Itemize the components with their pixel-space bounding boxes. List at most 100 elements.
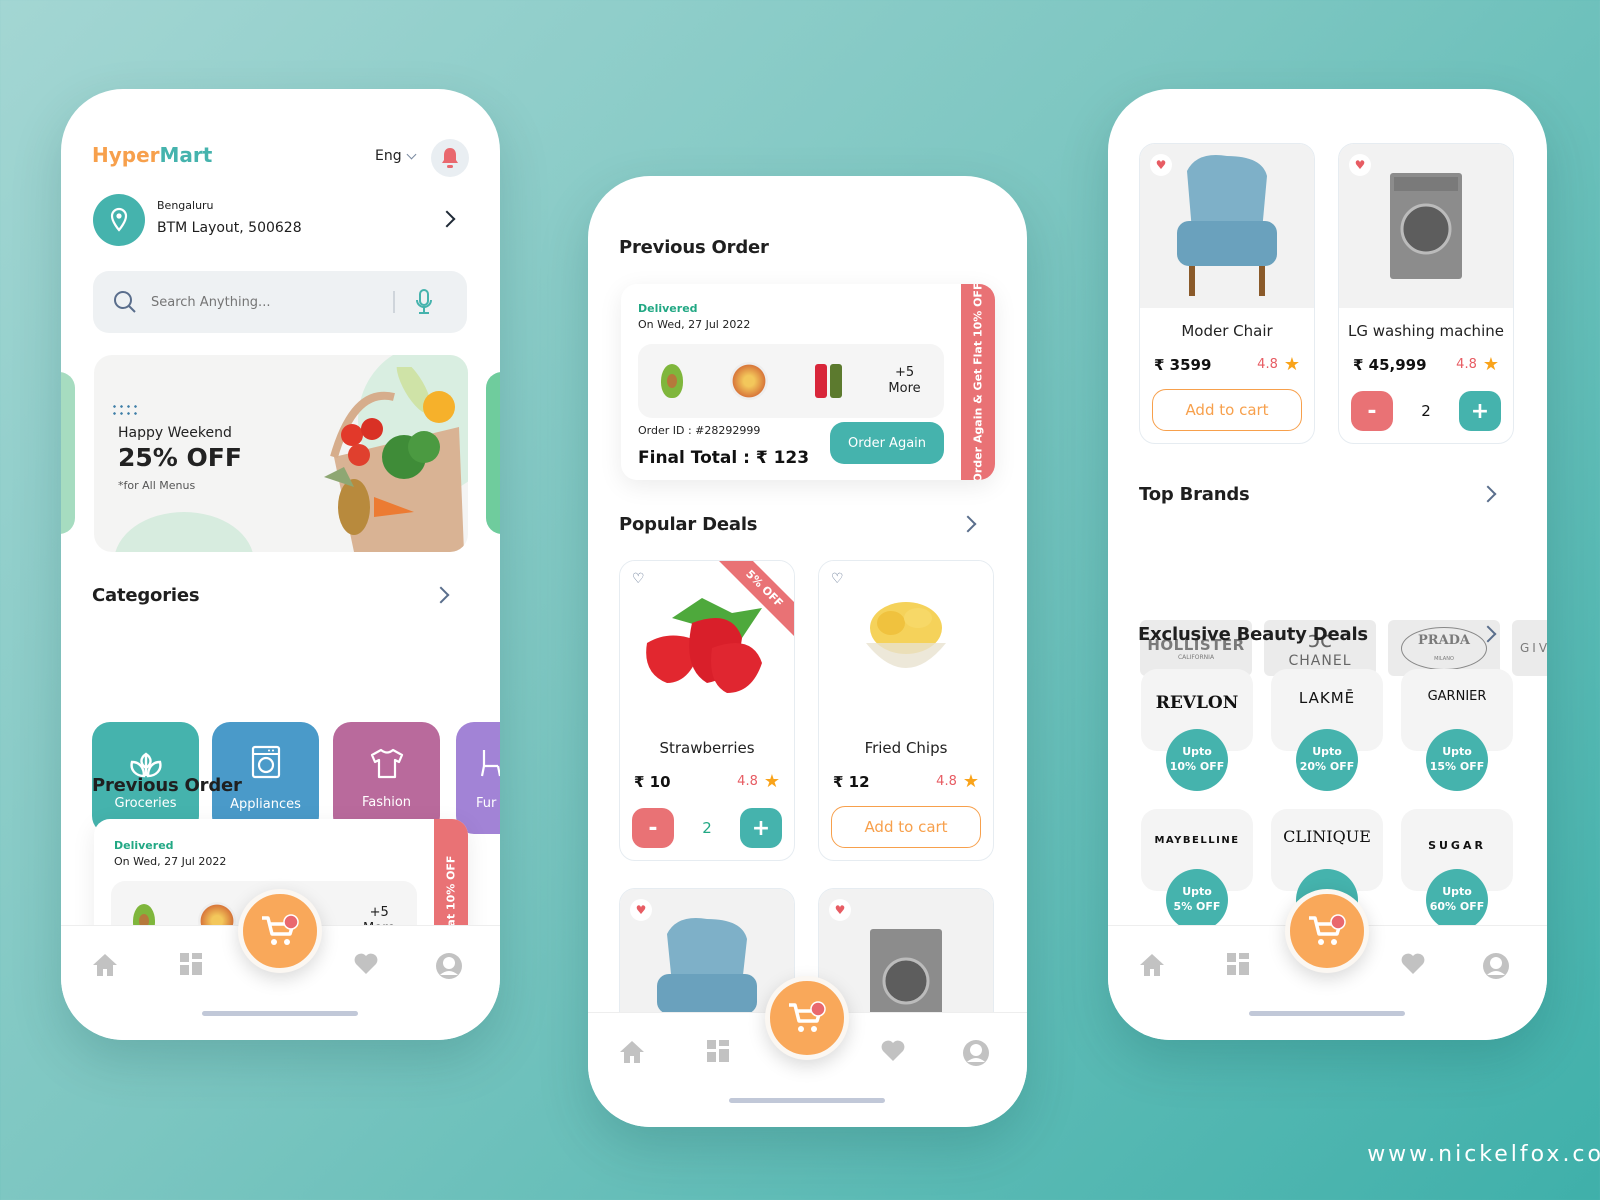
category-fashion[interactable]: Fashion bbox=[333, 722, 440, 834]
banner-next-peek[interactable] bbox=[486, 372, 500, 534]
search-input[interactable] bbox=[151, 294, 381, 310]
top-brands-heading: Top Brands bbox=[1139, 484, 1250, 505]
washing-machine-image bbox=[1390, 173, 1462, 279]
product-card-moder-chair[interactable]: ♥ Moder Chair ₹ 3599 4.8 ★ Add to cart bbox=[1139, 143, 1315, 444]
heart-icon[interactable] bbox=[1400, 952, 1426, 976]
location-pin-button[interactable] bbox=[93, 194, 145, 246]
washing-machine-icon bbox=[251, 745, 280, 778]
banner-offer: 25% OFF bbox=[118, 443, 242, 472]
product-name: LG washing machine bbox=[1348, 322, 1504, 340]
cart-button[interactable] bbox=[765, 976, 849, 1060]
promo-banner[interactable]: Happy Weekend 25% OFF *for All Menus bbox=[94, 355, 468, 552]
discount-badge: Upto 15% OFF bbox=[1426, 729, 1488, 791]
product-rating: 4.8 ★ bbox=[737, 771, 780, 792]
product-card-strawberries[interactable]: ♡ 5% OFF Strawberries ₹ 10 4.8 ★ - 2 + bbox=[619, 560, 795, 861]
final-total: Final Total : ₹ 123 bbox=[638, 448, 810, 468]
order-status: Delivered bbox=[638, 302, 698, 315]
home-indicator bbox=[729, 1098, 885, 1103]
notification-button[interactable] bbox=[431, 139, 469, 177]
search-bar[interactable] bbox=[93, 271, 467, 333]
bell-icon bbox=[442, 148, 458, 168]
increase-quantity-button[interactable]: + bbox=[739, 808, 782, 848]
star-icon: ★ bbox=[1482, 354, 1499, 375]
strawberry-image bbox=[646, 598, 762, 693]
discount-badge: Upto 20% OFF bbox=[1296, 729, 1358, 791]
order-id: Order ID : #28292999 bbox=[638, 424, 761, 437]
banner-decor-circle bbox=[114, 512, 254, 552]
profile-icon[interactable] bbox=[1482, 952, 1510, 980]
wishlist-heart-filled-icon[interactable]: ♥ bbox=[1349, 154, 1371, 176]
wishlist-heart-icon[interactable]: ♡ bbox=[831, 571, 844, 587]
quantity-value: 2 bbox=[702, 819, 712, 837]
categories-heading: Categories bbox=[92, 585, 200, 606]
quantity-stepper: - 2 + bbox=[1339, 391, 1513, 431]
order-again-ribbon[interactable]: Order Again & Get Flat 10% OFF bbox=[961, 284, 995, 480]
avocado-icon bbox=[661, 364, 684, 398]
app-logo: HyperMart bbox=[92, 143, 213, 167]
product-name: Strawberries bbox=[659, 739, 755, 757]
product-price: ₹ 45,999 bbox=[1353, 355, 1427, 374]
order-again-button[interactable]: Order Again bbox=[830, 422, 944, 464]
home-icon[interactable] bbox=[618, 1039, 646, 1065]
discount-badge: Upto 5% OFF bbox=[1166, 869, 1228, 931]
location-city: Bengaluru bbox=[157, 199, 214, 212]
wishlist-heart-icon[interactable]: ♡ bbox=[632, 571, 645, 587]
add-to-cart-button[interactable]: Add to cart bbox=[1152, 389, 1302, 431]
wishlist-heart-filled-icon[interactable]: ♥ bbox=[829, 899, 851, 921]
category-furniture[interactable]: Fur bbox=[456, 722, 500, 834]
chair-image bbox=[1177, 155, 1277, 296]
categories-see-all-icon[interactable] bbox=[432, 586, 450, 604]
dashboard-icon[interactable] bbox=[179, 952, 203, 976]
tshirt-icon bbox=[370, 748, 403, 778]
microphone-icon[interactable] bbox=[415, 289, 433, 315]
product-rating: 4.8 ★ bbox=[1257, 354, 1300, 375]
dashboard-icon[interactable] bbox=[1226, 952, 1250, 976]
phone-orders-screen: Previous Order Delivered On Wed, 27 Jul … bbox=[588, 176, 1027, 1127]
heart-icon[interactable] bbox=[353, 952, 379, 976]
quantity-stepper: - 2 + bbox=[620, 808, 794, 848]
location-address[interactable]: BTM Layout, 500628 bbox=[157, 220, 302, 236]
star-icon: ★ bbox=[1283, 354, 1300, 375]
product-card-fried-chips[interactable]: ♡ Fried Chips ₹ 12 4.8 ★ Add to cart bbox=[818, 560, 994, 861]
order-date: On Wed, 27 Jul 2022 bbox=[638, 318, 751, 331]
wishlist-heart-filled-icon[interactable]: ♥ bbox=[1150, 154, 1172, 176]
language-selector[interactable]: Eng bbox=[375, 148, 417, 164]
more-items: +5More bbox=[888, 365, 921, 396]
quantity-value: 2 bbox=[1421, 402, 1431, 420]
order-date: On Wed, 27 Jul 2022 bbox=[114, 855, 227, 868]
exclusive-beauty-heading: Exclusive Beauty Deals bbox=[1138, 624, 1368, 645]
product-rating: 4.8 ★ bbox=[936, 771, 979, 792]
product-card-lg-washing-machine[interactable]: ♥ LG washing machine ₹ 45,999 4.8 ★ - 2 + bbox=[1338, 143, 1514, 444]
previous-order-heading: Previous Order bbox=[619, 237, 769, 258]
home-icon[interactable] bbox=[91, 952, 119, 978]
product-image: ♥ bbox=[1339, 144, 1513, 308]
brand-givenchy[interactable]: GIV bbox=[1512, 620, 1547, 676]
increase-quantity-button[interactable]: + bbox=[1458, 391, 1501, 431]
dashboard-icon[interactable] bbox=[706, 1039, 730, 1063]
top-brands-see-all-icon[interactable] bbox=[1479, 485, 1497, 503]
banner-prev-peek[interactable] bbox=[61, 372, 75, 534]
previous-order-heading: Previous Order bbox=[92, 775, 242, 796]
decrease-quantity-button[interactable]: - bbox=[632, 808, 674, 848]
location-pin-icon bbox=[110, 207, 128, 232]
footer-website[interactable]: www.nickelfox.co bbox=[1367, 1142, 1600, 1167]
product-image: ♡ 5% OFF bbox=[620, 561, 794, 725]
cart-icon bbox=[1309, 914, 1346, 945]
product-image: ♥ bbox=[1140, 144, 1314, 308]
popular-deals-see-all-icon[interactable] bbox=[959, 515, 977, 533]
popular-deals-heading: Popular Deals bbox=[619, 514, 758, 535]
add-to-cart-button[interactable]: Add to cart bbox=[831, 806, 981, 848]
chevron-right-icon[interactable] bbox=[438, 210, 456, 228]
decrease-quantity-button[interactable]: - bbox=[1351, 391, 1393, 431]
star-icon: ★ bbox=[962, 771, 979, 792]
previous-order-card[interactable]: Delivered On Wed, 27 Jul 2022 +5 More Ord… bbox=[621, 284, 995, 480]
cart-button[interactable] bbox=[238, 889, 322, 973]
profile-icon[interactable] bbox=[962, 1039, 990, 1067]
chair-icon bbox=[480, 749, 500, 776]
home-icon[interactable] bbox=[1138, 952, 1166, 978]
wishlist-heart-filled-icon[interactable]: ♥ bbox=[630, 899, 652, 921]
product-rating: 4.8 ★ bbox=[1456, 354, 1499, 375]
cart-button[interactable] bbox=[1285, 889, 1369, 973]
heart-icon[interactable] bbox=[880, 1039, 906, 1063]
profile-icon[interactable] bbox=[435, 952, 463, 980]
